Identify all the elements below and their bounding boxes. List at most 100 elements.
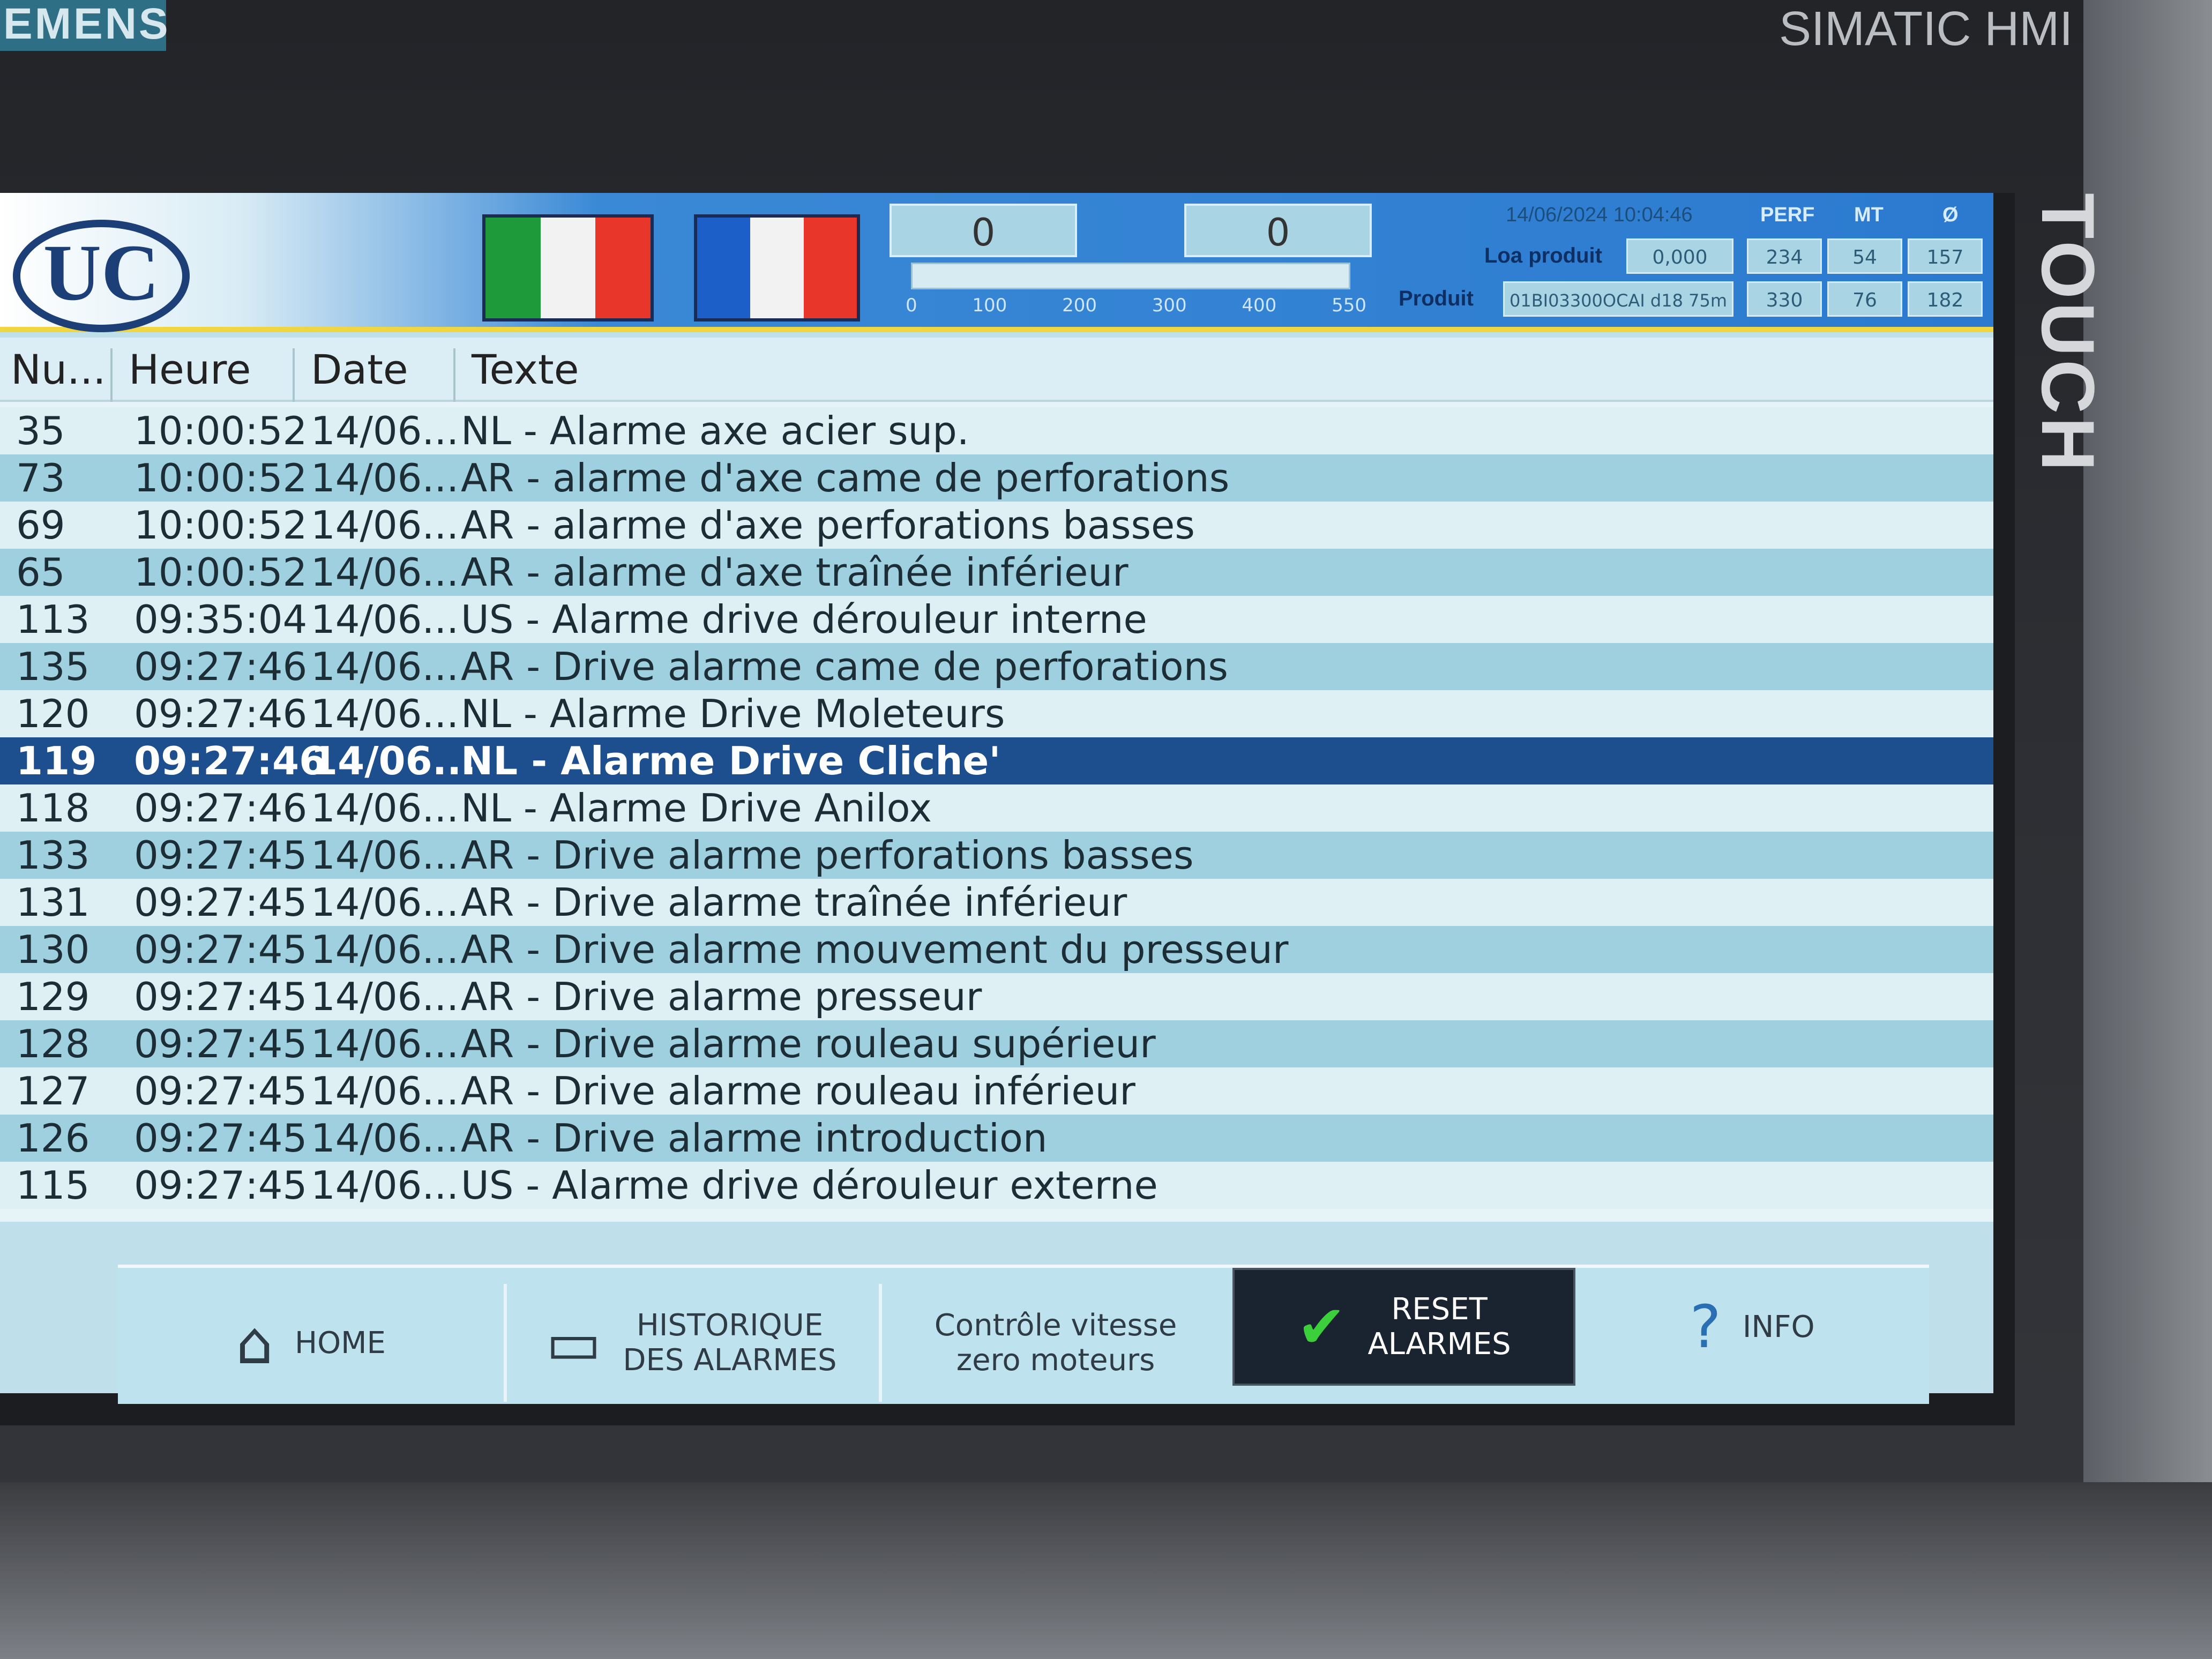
alarm-date: 14/06... (311, 1021, 459, 1066)
col-label-mt: MT (1854, 204, 1884, 226)
table-row[interactable]: 133 09:27:45 14/06... AR - Drive alarme per… (0, 832, 1993, 879)
alarm-date: 14/06... (311, 833, 459, 878)
col-label-perf: PERF (1760, 204, 1815, 226)
alarm-number: 65 (16, 550, 65, 595)
brand-simatic: SIMATIC HMI (1779, 2, 2073, 56)
alarm-number: 135 (16, 644, 90, 689)
alarm-text: AR - Drive alarme rouleau inférieur (461, 1068, 1135, 1114)
alarm-date: 14/06... (311, 786, 459, 831)
table-row[interactable]: 135 09:27:46 14/06... AR - Drive alarme cam… (0, 643, 1993, 690)
bezel-bottom-edge (0, 1482, 2212, 1659)
alarm-date: 14/06... (311, 691, 459, 736)
alarm-number: 126 (16, 1116, 90, 1161)
alarm-time: 09:27:45 (134, 1163, 308, 1208)
alarm-date: 14/06... (311, 550, 459, 595)
flag-stripe (485, 218, 541, 318)
table-row[interactable]: 128 09:27:45 14/06... AR - Drive alarme rou… (0, 1020, 1993, 1067)
table-row[interactable]: 126 09:27:45 14/06... AR - Drive alarme int… (0, 1115, 1993, 1162)
perf-value-1: 234 (1747, 238, 1822, 274)
table-row[interactable]: 69 10:00:52 14/06... AR - alarme d'axe perf… (0, 502, 1993, 549)
mt-value-1: 54 (1827, 238, 1902, 274)
table-row[interactable]: 119 09:27:46 14/06... NL - Alarme Drive Cli… (0, 737, 1993, 784)
alarm-time: 10:00:52 (134, 550, 308, 595)
alarm-date: 14/06... (311, 1163, 459, 1208)
alarm-date: 14/06... (311, 503, 459, 548)
alarm-number: 119 (16, 738, 97, 783)
table-row[interactable]: 113 09:35:04 14/06... US - Alarme drive dér… (0, 596, 1993, 643)
info-label: INFO (1742, 1309, 1815, 1344)
reset-alarms-label: RESET ALARMES (1367, 1292, 1511, 1362)
scale-tick: 100 (972, 295, 1007, 316)
alarm-time: 09:27:46 (134, 691, 308, 736)
alarm-time: 10:00:52 (134, 408, 308, 453)
alarm-time: 10:00:52 (134, 503, 308, 548)
bottom-navigation: ⌂ HOME ▭ HISTORIQUE DES ALARMES Contrôle… (118, 1265, 1929, 1404)
table-row[interactable]: 118 09:27:46 14/06... NL - Alarme Drive Ani… (0, 784, 1993, 832)
table-row[interactable]: 115 09:27:45 14/06... US - Alarme drive dér… (0, 1162, 1993, 1209)
header-bar: UC 0 0 0 100 200 300 400 550 14/06/2024 … (0, 193, 1993, 332)
table-row[interactable]: 131 09:27:45 14/06... AR - Drive alarme tra… (0, 879, 1993, 926)
alarm-text: NL - Alarme Drive Anilox (461, 786, 932, 831)
flag-stripe (540, 218, 596, 318)
nav-divider (504, 1284, 507, 1402)
alarm-text: NL - Alarme axe acier sup. (461, 408, 969, 453)
brand-siemens: EMENS (0, 0, 168, 51)
alarm-date: 14/06... (311, 408, 459, 453)
alarm-number: 113 (16, 597, 90, 642)
alarm-time: 10:00:52 (134, 455, 308, 500)
info-button[interactable]: ? INFO (1586, 1268, 1918, 1386)
alarm-text: NL - Alarme Drive Cliche' (461, 738, 1001, 783)
table-body: 35 10:00:52 14/06... NL - Alarme axe acier … (0, 407, 1993, 1209)
table-row[interactable]: 130 09:27:45 14/06... AR - Drive alarme mou… (0, 926, 1993, 973)
alarm-number: 127 (16, 1068, 90, 1114)
alarm-text: US - Alarme drive dérouleur externe (461, 1163, 1158, 1208)
column-header-time[interactable]: Heure (118, 348, 295, 402)
column-header-text[interactable]: Texte (461, 348, 1977, 402)
alarm-time: 09:27:45 (134, 1068, 308, 1114)
alarm-text: AR - Drive alarme mouvement du presseur (461, 927, 1289, 972)
perf-value-2: 330 (1747, 281, 1822, 317)
nav-divider (879, 1284, 882, 1402)
home-label: HOME (294, 1325, 386, 1361)
alarm-text: US - Alarme drive dérouleur interne (461, 597, 1147, 642)
scale-tick: 400 (1242, 295, 1277, 316)
column-header-date[interactable]: Date (300, 348, 455, 402)
speed-bar (911, 263, 1350, 289)
alarm-history-line1: HISTORIQUE (636, 1308, 824, 1343)
alarm-number: 120 (16, 691, 90, 736)
reset-alarms-button[interactable]: ✔ RESET ALARMES (1232, 1268, 1575, 1386)
alarm-date: 14/06... (311, 927, 459, 972)
table-row[interactable]: 120 09:27:46 14/06... NL - Alarme Drive Mol… (0, 690, 1993, 737)
diameter-value-1: 157 (1908, 238, 1983, 274)
loa-value: 0,000 (1626, 238, 1733, 274)
alarm-date: 14/06... (311, 644, 459, 689)
table-row[interactable]: 35 10:00:52 14/06... NL - Alarme axe acier … (0, 407, 1993, 454)
alarm-text: NL - Alarme Drive Moleteurs (461, 691, 1005, 736)
produit-value: 01BI03300OCAI d18 75m (1503, 281, 1733, 317)
folder-icon: ▭ (545, 1309, 602, 1377)
french-flag-button[interactable] (694, 214, 860, 322)
motor-speed-control-line1: Contrôle vitesse (934, 1308, 1177, 1343)
alarm-number: 115 (16, 1163, 90, 1208)
alarm-table[interactable]: Nu... Heure Date Texte 35 10:00:52 14/06..… (0, 338, 1993, 1222)
alarm-number: 128 (16, 1021, 90, 1066)
home-icon: ⌂ (236, 1309, 273, 1377)
alarm-time: 09:27:45 (134, 880, 308, 925)
alarm-date: 14/06... (311, 880, 459, 925)
column-header-number[interactable]: Nu... (0, 348, 113, 402)
home-button[interactable]: ⌂ HOME (129, 1284, 493, 1402)
alarm-number: 35 (16, 408, 65, 453)
alarm-time: 09:27:45 (134, 833, 308, 878)
motor-speed-control-line2: zero moteurs (956, 1343, 1155, 1378)
italian-flag-button[interactable] (482, 214, 654, 322)
table-row[interactable]: 73 10:00:52 14/06... AR - alarme d'axe came… (0, 454, 1993, 502)
loa-label: Loa produit (1484, 244, 1602, 267)
table-row[interactable]: 65 10:00:52 14/06... AR - alarme d'axe traî… (0, 549, 1993, 596)
scale-tick: 0 (906, 295, 917, 316)
alarm-date: 14/06... (311, 1068, 459, 1114)
table-row[interactable]: 129 09:27:45 14/06... AR - Drive alarme pre… (0, 973, 1993, 1020)
alarm-history-button[interactable]: ▭ HISTORIQUE DES ALARMES (514, 1284, 868, 1402)
checkmark-icon: ✔ (1297, 1292, 1347, 1361)
table-row[interactable]: 127 09:27:45 14/06... AR - Drive alarme rou… (0, 1067, 1993, 1115)
motor-speed-control-button[interactable]: Contrôle vitesse zero moteurs (890, 1284, 1222, 1402)
